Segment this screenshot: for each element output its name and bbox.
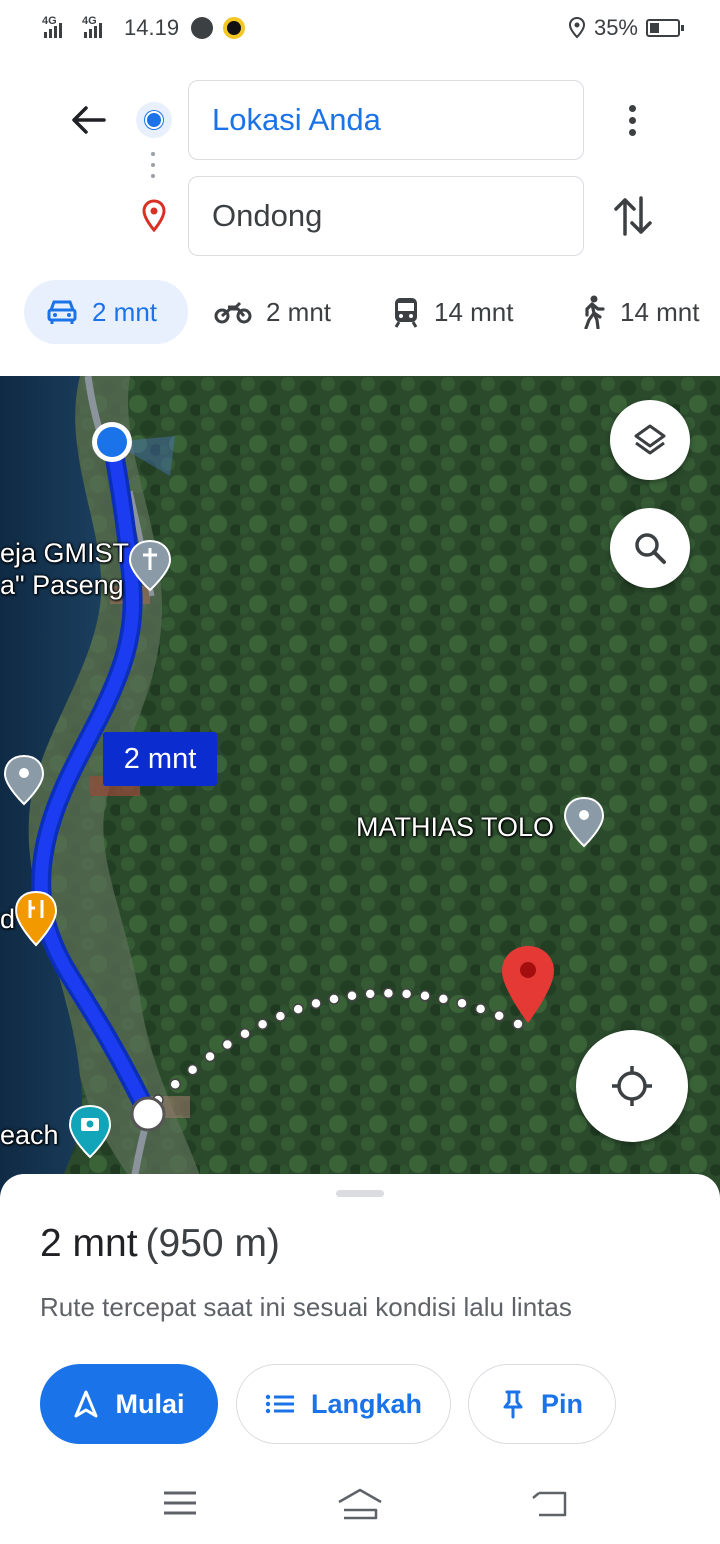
menu-nav-button[interactable] xyxy=(155,1478,205,1528)
navigation-arrow-icon xyxy=(74,1390,98,1418)
destination-text: Ondong xyxy=(212,198,323,233)
route-time-badge[interactable]: 2 mnt xyxy=(103,732,217,786)
walking-route-dot xyxy=(274,1010,287,1022)
start-button[interactable]: Mulai xyxy=(40,1364,218,1444)
battery-percent: 35% xyxy=(593,15,638,40)
walking-route-dot xyxy=(364,988,376,1000)
train-icon xyxy=(394,298,418,328)
mode-label: 2 mnt xyxy=(92,296,158,327)
origin-text: Lokasi Anda xyxy=(212,102,381,137)
mode-tab-motorcycle[interactable]: 2 mnt xyxy=(214,280,331,344)
layers-icon xyxy=(634,424,666,455)
menu-icon xyxy=(164,1491,196,1515)
walking-route-dot xyxy=(292,1003,304,1015)
motorcycle-icon xyxy=(214,301,252,324)
home-icon xyxy=(338,1488,382,1520)
map-label-church[interactable]: eja GMIST xyxy=(0,538,129,569)
battery-icon xyxy=(646,19,684,37)
clock: 14.19 xyxy=(124,15,180,40)
walking-route-dot xyxy=(328,993,340,1005)
pushpin-icon xyxy=(503,1390,523,1419)
walking-route-dot xyxy=(493,1010,505,1022)
walking-route-dot xyxy=(169,1078,181,1090)
signal-icon: 4G xyxy=(82,15,116,39)
walking-route-dot xyxy=(186,1063,199,1076)
route-description: Rute tercepat saat ini sesuai kondisi la… xyxy=(40,1292,572,1322)
drag-handle[interactable] xyxy=(336,1190,384,1197)
mode-label: 14 mnt xyxy=(620,296,700,327)
walking-route-dot xyxy=(437,993,450,1005)
walking-route-dot xyxy=(474,1003,487,1015)
mode-tab-transit[interactable]: 14 mnt xyxy=(392,280,514,344)
back-nav-icon xyxy=(532,1491,567,1517)
walking-icon xyxy=(584,295,605,329)
search-icon xyxy=(635,533,666,564)
swap-button[interactable] xyxy=(610,192,656,240)
mode-tab-car[interactable]: 2 mnt xyxy=(24,280,188,344)
status-left: 4G 4G 14.19 xyxy=(42,15,246,41)
map-label-beach[interactable]: each xyxy=(0,1120,59,1151)
walking-route-dot xyxy=(256,1018,269,1031)
walking-route-dot xyxy=(456,997,468,1010)
car-icon xyxy=(47,300,77,324)
status-right: 35% xyxy=(568,15,684,41)
origin-field[interactable]: Lokasi Anda xyxy=(188,80,584,160)
steps-button[interactable]: Langkah xyxy=(236,1364,451,1444)
walking-route-dot xyxy=(346,990,358,1002)
pin-button[interactable]: Pin xyxy=(468,1364,616,1444)
app-notification-icon xyxy=(223,17,246,39)
home-nav-button[interactable] xyxy=(335,1478,385,1528)
swap-vertical-icon xyxy=(614,196,652,236)
list-icon xyxy=(265,1394,294,1414)
map-label-food[interactable]: d xyxy=(0,904,15,935)
system-nav-bar xyxy=(0,1460,720,1544)
walking-route-dot xyxy=(419,990,431,1002)
pin-label: Pin xyxy=(540,1388,583,1419)
mode-tab-walk[interactable]: 14 mnt xyxy=(578,280,700,344)
location-icon xyxy=(568,17,585,39)
back-button[interactable] xyxy=(64,98,112,142)
map-label-church[interactable]: a" Paseng xyxy=(0,570,124,601)
signal-icon: 4G xyxy=(42,15,76,39)
start-label: Mulai xyxy=(115,1388,185,1419)
search-along-route-button[interactable] xyxy=(610,508,690,588)
route-duration: 2 mnt xyxy=(40,1222,138,1265)
crosshair-icon xyxy=(612,1066,652,1106)
steps-label: Langkah xyxy=(310,1388,423,1419)
origin-dot-icon xyxy=(136,102,172,138)
layers-button[interactable] xyxy=(610,400,690,480)
my-location-button[interactable] xyxy=(576,1030,688,1142)
destination-pin-icon xyxy=(142,199,166,233)
walking-route-dot xyxy=(382,987,395,1000)
mode-label: 14 mnt xyxy=(434,296,514,327)
map-view[interactable]: eja GMIST a" Paseng MATHIAS TOLO d each … xyxy=(0,376,720,1206)
walking-route-dot xyxy=(512,1018,524,1030)
map-label-place[interactable]: MATHIAS TOLO xyxy=(356,812,554,843)
route-summary: 2 mnt (950 m) xyxy=(40,1222,280,1266)
arrow-back-icon xyxy=(72,106,106,134)
destination-field[interactable]: Ondong xyxy=(188,176,584,256)
walking-route-dot xyxy=(310,997,322,1010)
back-nav-button[interactable] xyxy=(524,1478,574,1528)
mode-label: 2 mnt xyxy=(266,296,332,327)
walking-route-dot xyxy=(239,1028,251,1040)
status-bar: 4G 4G 14.19 35% xyxy=(0,0,720,56)
walking-route-dot xyxy=(204,1050,216,1063)
walking-route-dot xyxy=(400,988,413,1000)
more-options-button[interactable] xyxy=(612,98,652,142)
route-connector-icon xyxy=(151,152,155,178)
route-distance: (950 m) xyxy=(145,1222,280,1265)
app-notification-icon xyxy=(191,17,214,39)
walking-route-dot xyxy=(221,1038,234,1051)
